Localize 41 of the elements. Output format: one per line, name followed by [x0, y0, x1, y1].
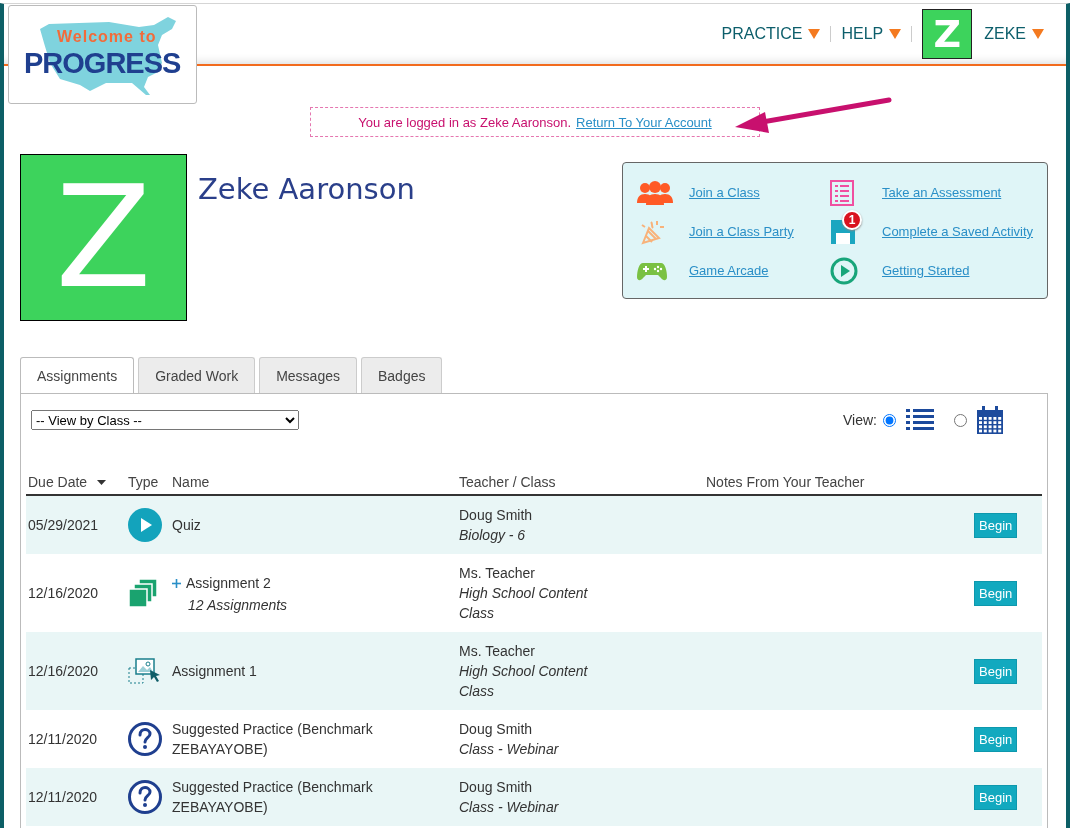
tab[interactable]: Assignments [20, 357, 135, 393]
view-label: View: [843, 412, 877, 428]
profile-name: Zeke Aaronson [198, 172, 415, 206]
teacher-name: Doug Smith [459, 720, 533, 739]
class-name: High School Content Class [459, 662, 589, 701]
tab[interactable]: Badges [360, 357, 443, 393]
return-link[interactable]: Return To Your Account [576, 114, 712, 130]
due-date: 12/11/2020 [28, 789, 98, 805]
class-filter-dropdown[interactable]: -- View by Class -- [31, 410, 299, 430]
assignment-name[interactable]: Assignment 1 [172, 661, 257, 681]
column-header[interactable]: Name [172, 474, 210, 490]
due-date: 05/29/2021 [28, 517, 99, 533]
tab[interactable]: Messages [259, 357, 357, 393]
assignment-name[interactable]: Quiz [172, 515, 201, 535]
due-date: 12/16/2020 [28, 663, 99, 679]
teacher-name: Doug Smith [459, 506, 533, 525]
notice-text: You are logged in as Zeke Aaronson. [358, 114, 572, 130]
teacher-name: Ms. Teacher [459, 642, 535, 661]
due-date: 12/16/2020 [28, 585, 99, 601]
nav-menu[interactable]: PRACTICE [721, 25, 821, 43]
assignment-name[interactable]: Suggested Practice (Benchmark ZEBAYAYOBE) [172, 719, 387, 759]
class-name: Class - Webinar [459, 798, 559, 817]
notification-badge: 1 [842, 209, 862, 230]
user-menu[interactable]: ZEKE [984, 25, 1044, 43]
assignment-count: 12 Assignments [188, 597, 288, 613]
column-header[interactable]: Notes From Your Teacher [706, 474, 865, 490]
due-date: 12/11/2020 [28, 731, 98, 747]
class-name: Biology - 6 [459, 526, 526, 545]
teacher-name: Doug Smith [459, 778, 533, 797]
class-name: High School Content Class [459, 584, 589, 623]
tab[interactable]: Graded Work [138, 357, 256, 393]
column-header[interactable]: Type [128, 474, 159, 490]
nav-menu[interactable]: HELP [841, 25, 902, 43]
column-header[interactable]: Due Date [28, 474, 88, 490]
column-header[interactable]: Teacher / Class [459, 474, 556, 490]
assignment-name[interactable]: Suggested Practice (Benchmark ZEBAYAYOBE) [172, 777, 387, 817]
profile-avatar: Z [20, 154, 187, 321]
assignment-name[interactable]: Assignment 2 [186, 573, 271, 593]
class-name: Class - Webinar [459, 740, 559, 759]
logo-tagline: Welcome to [57, 28, 157, 46]
teacher-name: Ms. Teacher [459, 564, 535, 583]
